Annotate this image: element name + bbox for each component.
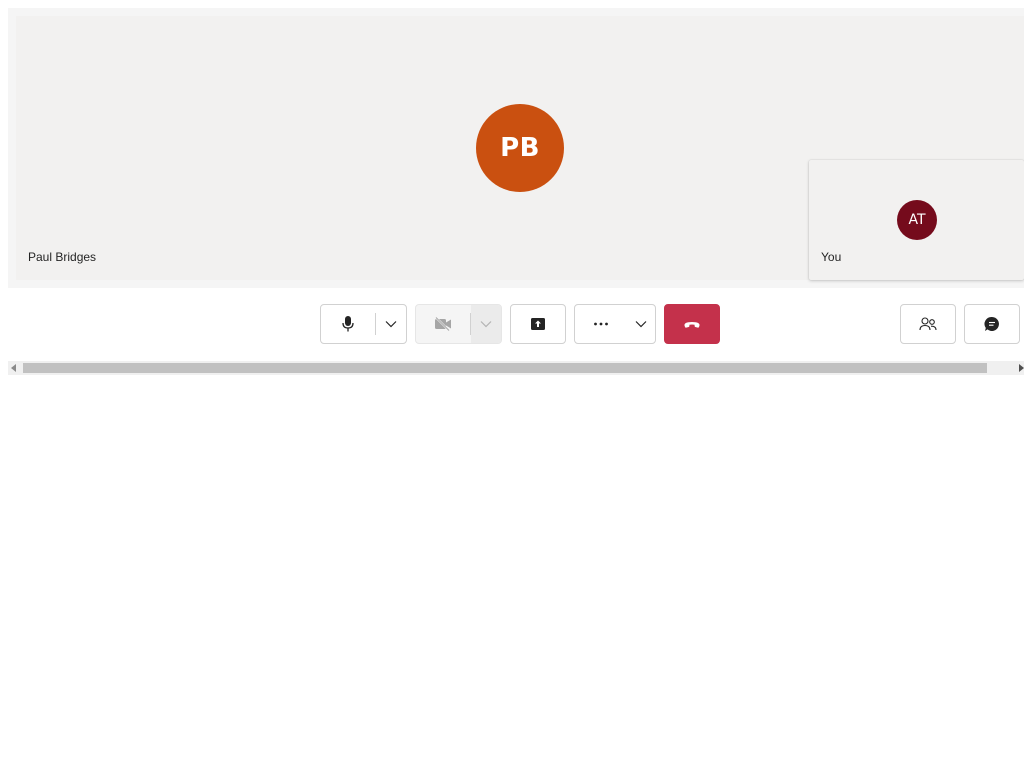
microphone-icon [342,316,354,332]
chevron-down-icon [635,321,647,328]
meeting-window: PB Paul Bridges AT You [0,0,1024,768]
self-view-tile[interactable]: AT You [809,160,1024,280]
leave-call-button[interactable] [664,304,720,344]
camera-button[interactable] [416,305,470,343]
more-actions-button[interactable] [575,305,627,343]
more-actions-button-group [574,304,656,344]
avatar-self: AT [897,200,937,240]
hang-up-icon [684,322,700,328]
participants-button[interactable] [900,304,956,344]
scroll-thumb[interactable] [23,363,987,373]
chat-button[interactable] [964,304,1020,344]
mic-button-group [320,304,407,344]
scroll-right-arrow[interactable] [1019,364,1024,372]
camera-options-button[interactable] [471,305,501,343]
avatar-main: PB [476,104,564,192]
chevron-down-icon [385,321,397,328]
more-actions-icon [594,322,608,326]
scroll-left-arrow[interactable] [11,364,16,372]
share-screen-button[interactable] [510,304,566,344]
participant-name-main: Paul Bridges [28,250,97,264]
chevron-down-icon [480,321,492,328]
mic-button[interactable] [321,305,375,343]
video-off-icon [435,317,452,331]
camera-button-group [415,304,502,344]
share-screen-icon [531,318,545,330]
mic-options-button[interactable] [376,305,406,343]
participant-name-self: You [821,250,842,264]
chat-icon [984,316,999,331]
people-icon [919,317,937,331]
horizontal-scrollbar[interactable] [8,361,1024,375]
more-options-button[interactable] [627,305,655,343]
